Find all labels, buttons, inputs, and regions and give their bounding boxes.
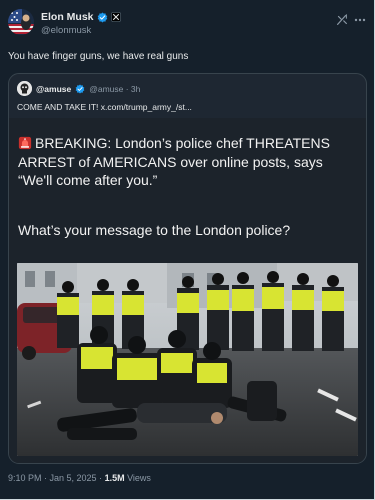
author-name-row: Elon Musk xyxy=(41,11,121,23)
police-arrest-image xyxy=(17,263,358,456)
media-card[interactable]: BREAKING: London’s police chef THREATENS… xyxy=(9,118,366,463)
quoted-author-avatar[interactable] xyxy=(17,81,32,96)
views-label: Views xyxy=(124,473,151,483)
card-headline: BREAKING: London’s police chef THREATENS… xyxy=(18,134,358,190)
post-screenshot: Elon Musk @elonmusk You have finger guns… xyxy=(0,0,375,500)
author-avatar[interactable] xyxy=(8,9,34,35)
skull-avatar-icon xyxy=(17,81,32,96)
grok-icon[interactable] xyxy=(335,13,349,27)
verified-badge-icon xyxy=(75,83,85,94)
quoted-post[interactable]: @amuse @amuse · 3h COME AND TAKE IT! x.c… xyxy=(8,73,367,464)
x-affiliate-badge-icon xyxy=(110,12,121,22)
post-header: Elon Musk @elonmusk xyxy=(8,6,367,42)
quoted-author-handle-time: @amuse · 3h xyxy=(89,83,141,94)
post-text: You have finger guns, we have real guns xyxy=(8,51,189,62)
author-name[interactable]: Elon Musk xyxy=(41,11,94,23)
police-arrest-photo[interactable] xyxy=(17,263,358,456)
card-headline-text: BREAKING: London’s police chef THREATENS… xyxy=(18,135,330,188)
post-timestamp[interactable]: 9:10 PM · Jan 5, 2025 · xyxy=(8,473,105,483)
post-footer: 9:10 PM · Jan 5, 2025 · 1.5M Views xyxy=(8,473,151,483)
author-handle[interactable]: @elonmusk xyxy=(41,25,91,36)
quoted-post-text[interactable]: COME AND TAKE IT! x.com/trump_army_/st..… xyxy=(17,102,192,112)
views-count: 1.5M xyxy=(104,473,125,483)
quoted-post-header: @amuse @amuse · 3h xyxy=(17,81,140,96)
more-options-icon[interactable] xyxy=(353,15,367,25)
quoted-author-name[interactable]: @amuse xyxy=(36,84,71,94)
american-flag-avatar-icon xyxy=(8,9,34,35)
siren-icon xyxy=(18,136,32,150)
card-question: What’s your message to the London police… xyxy=(18,222,291,238)
verified-badge-icon xyxy=(97,12,107,22)
